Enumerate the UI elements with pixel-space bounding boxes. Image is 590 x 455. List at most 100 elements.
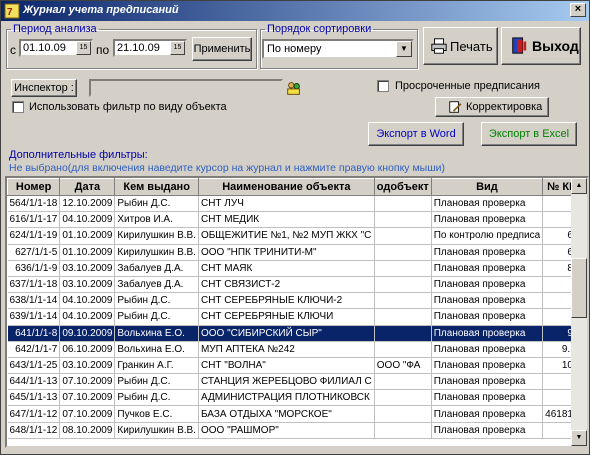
cell-subobject — [374, 195, 432, 213]
cell-number: 616/1/1-17 — [7, 211, 61, 229]
cell-date: 06.10.2009 — [59, 341, 116, 358]
people-picker-icon[interactable] — [285, 79, 303, 97]
cell-number: 641/1/1-8 — [7, 325, 61, 342]
exit-label: Выход — [532, 38, 579, 54]
additional-filters-title: Дополнительные фильтры: — [9, 149, 148, 161]
cell-type: Плановая проверка — [431, 292, 544, 310]
cell-type: Плановая проверка — [431, 389, 544, 407]
cell-date: 03.10.2009 — [59, 357, 116, 375]
cell-type: Плановая проверка — [431, 357, 544, 375]
scroll-down-icon[interactable]: ▼ — [571, 430, 587, 446]
cell-number: 645/1/1-13 — [7, 389, 61, 407]
cell-issued-by: Рыбин Д.С. — [114, 292, 199, 310]
cell-object-name: СНТ ЛУЧ — [198, 195, 375, 213]
cell-number: 643/1/1-25 — [7, 357, 61, 375]
cell-date: 08.10.2009 — [59, 422, 116, 439]
column-header-subobject[interactable]: одобъект — [373, 178, 432, 196]
cell-object-name: СТАНЦИЯ ЖЕРЕБЦОВО ФИЛИАЛ С — [198, 373, 375, 391]
title-bar[interactable]: 7 Журнал учета предписаний × — [1, 1, 589, 21]
table-row[interactable]: 645/1/1-13 07.10.2009 Рыбин Д.С. АДМИНИСТРА… — [7, 389, 587, 407]
cell-number: 644/1/1-13 — [7, 373, 61, 391]
printer-icon — [431, 38, 447, 54]
journal-window: 7 Журнал учета предписаний × Период анал… — [0, 0, 590, 455]
cell-type: Плановая проверка — [431, 244, 544, 261]
cell-object-name: БАЗА ОТДЫХА "МОРСКОЕ" — [198, 405, 375, 423]
cell-issued-by: Кирилушкин В.В. — [114, 422, 199, 439]
cell-object-name: СНТ СВЯЗИСТ-2 — [198, 276, 375, 294]
table-row[interactable]: 641/1/1-8 09.10.2009 Вольхина Е.О. ООО "СИБ… — [7, 325, 587, 342]
cell-object-name: СНТ МАЯК — [198, 260, 375, 277]
cell-date: 07.10.2009 — [59, 405, 116, 423]
table-row[interactable]: 642/1/1-7 06.10.2009 Вольхина Е.О. МУП АПТЕ… — [7, 341, 587, 358]
period-to-prefix: по — [96, 43, 110, 57]
cell-issued-by: Кирилушкин В.В. — [114, 244, 199, 261]
cell-number: 647/1/1-12 — [7, 405, 61, 423]
column-header-type[interactable]: Вид — [430, 178, 544, 196]
cell-subobject — [374, 276, 432, 294]
column-header-number[interactable]: Номер — [7, 178, 61, 196]
print-button[interactable]: Печать — [423, 27, 498, 65]
sort-legend: Порядок сортировки — [267, 23, 372, 35]
exit-button[interactable]: Выход — [501, 27, 581, 65]
cell-type: Плановая проверка — [431, 373, 544, 391]
overdue-checkbox[interactable] — [377, 80, 389, 92]
cell-type: Плановая проверка — [431, 195, 544, 213]
table-row[interactable]: 636/1/1-9 03.10.2009 Забалуев Д.А. СНТ МАЯК… — [7, 260, 587, 277]
inspector-field[interactable] — [89, 79, 283, 97]
calendar-icon[interactable]: 15 — [170, 41, 185, 55]
table-row[interactable]: 643/1/1-25 03.10.2009 Гранкин А.Г. СНТ "ВОЛ… — [7, 357, 587, 375]
app-icon: 7 — [4, 3, 20, 19]
exit-door-icon — [512, 37, 527, 54]
table-row[interactable]: 627/1/1-5 01.10.2009 Кирилушкин В.В. ООО "Н… — [7, 244, 587, 261]
chevron-down-icon[interactable]: ▼ — [396, 41, 412, 57]
correction-button[interactable]: Корректировка — [435, 97, 549, 117]
column-header-date[interactable]: Дата — [59, 178, 116, 196]
cell-object-name: СНТ "ВОЛНА" — [198, 357, 375, 375]
inspector-button[interactable]: Инспектор : — [11, 79, 77, 97]
export-excel-button[interactable]: Экспорт в Excel — [481, 122, 577, 146]
cell-object-name: СНТ СЕРЕБРЯНЫЕ КЛЮЧИ — [198, 308, 375, 326]
cell-date: 03.10.2009 — [59, 260, 116, 277]
apply-button[interactable]: Применить — [192, 37, 252, 61]
column-header-issued-by[interactable]: Кем выдано — [114, 178, 199, 196]
cell-issued-by: Кирилушкин В.В. — [114, 227, 199, 245]
column-header-object-name[interactable]: Наименование объекта — [197, 178, 375, 196]
cell-issued-by: Забалуев Д.А. — [114, 276, 199, 294]
scroll-thumb[interactable] — [571, 258, 587, 318]
cell-date: 07.10.2009 — [59, 389, 116, 407]
cell-type: Плановая проверка — [431, 405, 544, 423]
cell-type: Плановая проверка — [431, 308, 544, 326]
table-row[interactable]: 637/1/1-18 03.10.2009 Забалуев Д.А. СНТ СВЯ… — [7, 276, 587, 294]
use-object-filter-checkbox[interactable] — [12, 101, 24, 113]
overdue-label: Просроченные предписания — [395, 80, 540, 92]
cell-issued-by: Рыбин Д.С. — [114, 373, 199, 391]
table-row[interactable]: 638/1/1-14 04.10.2009 Рыбин Д.С. СНТ СЕРЕБР… — [7, 292, 587, 310]
close-icon[interactable]: × — [570, 3, 586, 17]
cell-type: Плановая проверка — [431, 211, 544, 229]
table-row[interactable]: 647/1/1-12 07.10.2009 Пучков Е.С. БАЗА ОТДЫ… — [7, 405, 587, 423]
export-word-button[interactable]: Экспорт в Word — [368, 122, 464, 146]
date-to-input[interactable]: 21.10.09 15 — [113, 39, 187, 57]
table-row[interactable]: 616/1/1-17 04.10.2009 Хитров И.А. СНТ МЕДИК… — [7, 211, 587, 229]
cell-object-name: ООО "РАШМОР" — [198, 422, 375, 439]
cell-subobject — [374, 292, 432, 310]
prescriptions-grid[interactable]: Номер Дата Кем выдано Наименование объек… — [5, 176, 589, 448]
date-from-input[interactable]: 01.10.09 15 — [19, 39, 93, 57]
calendar-icon[interactable]: 15 — [76, 41, 91, 55]
table-row[interactable]: 564/1/1-18 12.10.2009 Рыбин Д.С. СНТ ЛУЧ Пла… — [7, 195, 587, 213]
cell-issued-by: Пучков Е.С. — [114, 405, 199, 423]
date-from-value: 01.10.09 — [23, 42, 66, 54]
table-row[interactable]: 624/1/1-19 01.10.2009 Кирилушкин В.В. ОБЩЕЖ… — [7, 227, 587, 245]
table-row[interactable]: 644/1/1-13 07.10.2009 Рыбин Д.С. СТАНЦИЯ ЖЕ… — [7, 373, 587, 391]
cell-date: 03.10.2009 — [59, 276, 116, 294]
cell-date: 04.10.2009 — [59, 308, 116, 326]
cell-subobject — [374, 211, 432, 229]
cell-issued-by: Забалуев Д.А. — [114, 260, 199, 277]
vertical-scrollbar[interactable]: ▲ ▼ — [571, 178, 587, 446]
cell-subobject — [374, 308, 432, 326]
table-header-row: Номер Дата Кем выдано Наименование объек… — [7, 178, 587, 196]
table-row[interactable]: 639/1/1-14 04.10.2009 Рыбин Д.С. СНТ СЕРЕБР… — [7, 308, 587, 326]
table-row[interactable]: 648/1/1-12 08.10.2009 Кирилушкин В.В. ООО "… — [7, 422, 587, 439]
scroll-up-icon[interactable]: ▲ — [571, 178, 587, 194]
sort-select[interactable]: По номеру ▼ — [262, 39, 414, 59]
